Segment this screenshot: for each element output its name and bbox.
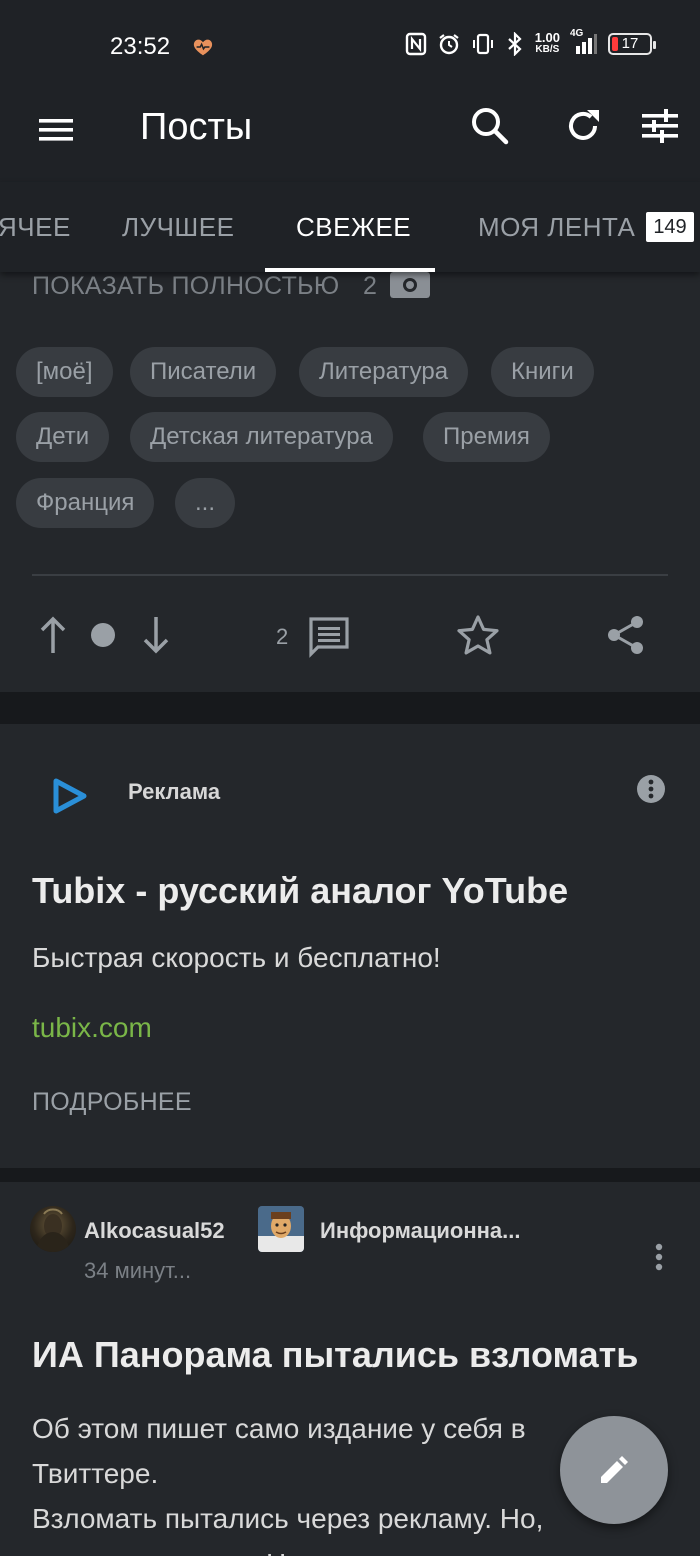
downvote-icon[interactable] — [141, 616, 171, 654]
post-body-line: цитируя издание: Не учли, что на связи — [32, 1541, 682, 1556]
feed-tabs: ЯЧЕЕ ЛУЧШЕЕ СВЕЖЕЕ МОЯ ЛЕНТА 149 — [0, 182, 700, 272]
community-name[interactable]: Информационна... — [320, 1218, 521, 1244]
tag-chip[interactable]: Франция — [16, 478, 155, 528]
active-tab-indicator — [265, 268, 435, 272]
author-name[interactable]: Alkocasual52 — [84, 1218, 225, 1244]
heart-rate-icon — [193, 39, 213, 56]
tag-chip[interactable]: Литература — [299, 347, 469, 397]
tag-chip[interactable]: Премия — [423, 412, 550, 462]
refresh-icon[interactable] — [563, 106, 603, 146]
author-avatar[interactable] — [30, 1206, 76, 1252]
tab-my-feed[interactable]: МОЯ ЛЕНТА — [478, 212, 635, 243]
tab-fresh[interactable]: СВЕЖЕЕ — [296, 212, 411, 243]
battery-icon: 17 — [608, 33, 656, 55]
feed-count-badge: 149 — [646, 212, 694, 242]
tag-chip[interactable]: Книги — [491, 347, 594, 397]
nfc-icon — [405, 32, 426, 56]
status-icons: 1.00 KB/S 4G 17 — [405, 28, 656, 56]
post-title[interactable]: ИА Панорама пытались взломать — [32, 1334, 638, 1376]
battery-level: 17 — [621, 35, 639, 52]
net-speed: 1.00 KB/S — [534, 30, 560, 56]
comments-icon[interactable] — [308, 616, 350, 658]
card-separator — [0, 1168, 700, 1182]
share-icon[interactable] — [606, 614, 646, 656]
ad-title[interactable]: Tubix - русский аналог YoTube — [32, 870, 568, 912]
create-post-button[interactable] — [560, 1416, 668, 1524]
app-bar: Посты — [0, 92, 700, 182]
community-avatar[interactable] — [258, 1206, 304, 1252]
ad-more-button[interactable]: ПОДРОБНЕЕ — [32, 1088, 192, 1117]
show-full-image-count: 2 — [363, 272, 377, 300]
camera-icon — [390, 272, 430, 298]
signal-icon: 4G — [570, 28, 598, 56]
search-icon[interactable] — [470, 106, 510, 146]
status-bar: 23:52 1.00 KB/S 4G 17 — [0, 0, 700, 92]
comments-count: 2 — [276, 624, 289, 649]
tag-chip[interactable]: Писатели — [130, 347, 277, 397]
ad-card[interactable]: Реклама Tubix - русский аналог YoTube Бы… — [0, 724, 700, 1168]
bluetooth-icon — [507, 32, 522, 56]
filter-settings-icon[interactable] — [640, 106, 680, 146]
alarm-icon — [439, 34, 459, 55]
tab-hot[interactable]: ЯЧЕЕ — [0, 212, 71, 243]
post-card: ПОКАЗАТЬ ПОЛНОСТЬЮ 2 [моё] Писатели Лите… — [0, 272, 700, 692]
ad-subtitle: Быстрая скорость и бесплатно! — [32, 942, 441, 973]
status-time: 23:52 — [110, 33, 171, 60]
more-tags-chip[interactable]: ... — [175, 478, 236, 528]
post-time: 34 минут... — [84, 1258, 192, 1283]
tab-best[interactable]: ЛУЧШЕЕ — [122, 212, 234, 243]
more-options-icon[interactable] — [636, 774, 666, 804]
page-title: Посты — [140, 106, 253, 148]
tag-chip[interactable]: Детская литература — [130, 412, 393, 462]
menu-icon[interactable] — [38, 112, 74, 148]
net-speed-value: 1.00 — [534, 30, 560, 45]
pencil-icon — [601, 1456, 628, 1483]
show-full-button[interactable]: ПОКАЗАТЬ ПОЛНОСТЬЮ — [32, 272, 339, 301]
net-speed-unit: KB/S — [535, 44, 560, 55]
ad-link[interactable]: tubix.com — [32, 1012, 152, 1044]
card-separator — [0, 692, 700, 724]
vibrate-icon — [472, 33, 493, 55]
tubix-logo-icon — [53, 778, 87, 814]
favorite-star-icon[interactable] — [456, 614, 500, 656]
rating-dot-icon — [91, 623, 115, 647]
tag-chip[interactable]: [моё] — [16, 347, 113, 397]
divider — [32, 574, 668, 576]
tag-chip[interactable]: Дети — [16, 412, 110, 462]
ad-label: Реклама — [128, 779, 221, 804]
upvote-icon[interactable] — [38, 616, 68, 654]
more-vert-icon[interactable] — [644, 1242, 674, 1272]
